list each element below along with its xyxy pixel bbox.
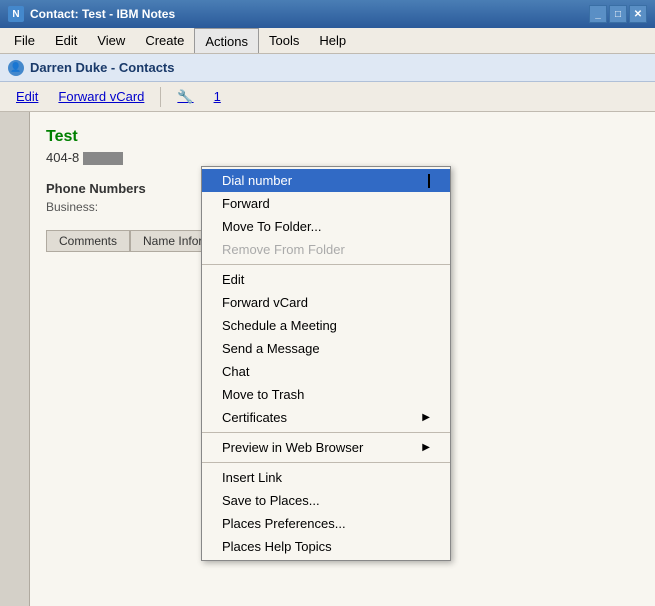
toolbar-separator	[160, 87, 161, 107]
contact-icon: 👤	[8, 60, 24, 76]
cursor	[428, 174, 430, 188]
actions-dropdown-menu: Dial number Forward Move To Folder... Re…	[201, 166, 451, 561]
toolbar-extra-button2[interactable]: 1	[206, 87, 229, 106]
separator-2	[202, 432, 450, 433]
maximize-button[interactable]: □	[609, 5, 627, 23]
menu-edit[interactable]: Edit	[45, 28, 87, 53]
arrow-icon: ▶	[422, 412, 430, 423]
menu-item-chat[interactable]: Chat	[202, 360, 450, 383]
menu-item-remove-from-folder: Remove From Folder	[202, 238, 450, 261]
menu-item-schedule-meeting[interactable]: Schedule a Meeting	[202, 314, 450, 337]
menu-item-forward-vcard[interactable]: Forward vCard	[202, 291, 450, 314]
window-controls: _ □ ✕	[589, 5, 647, 23]
menu-item-places-help-topics[interactable]: Places Help Topics	[202, 535, 450, 558]
menu-item-send-message[interactable]: Send a Message	[202, 337, 450, 360]
close-button[interactable]: ✕	[629, 5, 647, 23]
menu-bar: File Edit View Create Actions Tools Help	[0, 28, 655, 54]
contact-phone: 404-8	[46, 150, 639, 165]
menu-item-forward[interactable]: Forward	[202, 192, 450, 215]
menu-item-places-preferences[interactable]: Places Preferences...	[202, 512, 450, 535]
separator-1	[202, 264, 450, 265]
menu-create[interactable]: Create	[135, 28, 194, 53]
menu-item-move-to-trash[interactable]: Move to Trash	[202, 383, 450, 406]
menu-item-dial-number[interactable]: Dial number	[202, 169, 450, 192]
app-icon: N	[8, 6, 24, 22]
window-title: Contact: Test - IBM Notes	[30, 7, 589, 21]
menu-item-save-to-places[interactable]: Save to Places...	[202, 489, 450, 512]
menu-item-move-to-folder[interactable]: Move To Folder...	[202, 215, 450, 238]
contact-header: 👤 Darren Duke - Contacts	[0, 54, 655, 82]
separator-3	[202, 462, 450, 463]
title-bar: N Contact: Test - IBM Notes _ □ ✕	[0, 0, 655, 28]
main-content: Test 404-8 Phone Numbers Business: Comme…	[0, 112, 655, 606]
menu-tools[interactable]: Tools	[259, 28, 309, 53]
toolbar-edit-button[interactable]: Edit	[8, 87, 46, 106]
menu-item-edit[interactable]: Edit	[202, 268, 450, 291]
menu-view[interactable]: View	[87, 28, 135, 53]
arrow-icon-2: ▶	[422, 442, 430, 453]
menu-file[interactable]: File	[4, 28, 45, 53]
toolbar-extra-button[interactable]: 🔧	[169, 87, 201, 107]
menu-item-insert-link[interactable]: Insert Link	[202, 466, 450, 489]
toolbar: Edit Forward vCard 🔧 1	[0, 82, 655, 112]
minimize-button[interactable]: _	[589, 5, 607, 23]
sidebar	[0, 112, 30, 606]
menu-help[interactable]: Help	[309, 28, 356, 53]
contact-name: Test	[46, 128, 639, 146]
toolbar-forward-vcard-button[interactable]: Forward vCard	[50, 87, 152, 106]
phone-redacted	[83, 152, 123, 165]
contact-header-label: Darren Duke - Contacts	[30, 60, 174, 75]
menu-actions[interactable]: Actions	[194, 28, 259, 53]
tab-comments[interactable]: Comments	[46, 230, 130, 252]
menu-item-certificates[interactable]: Certificates ▶	[202, 406, 450, 429]
menu-item-preview-web-browser[interactable]: Preview in Web Browser ▶	[202, 436, 450, 459]
